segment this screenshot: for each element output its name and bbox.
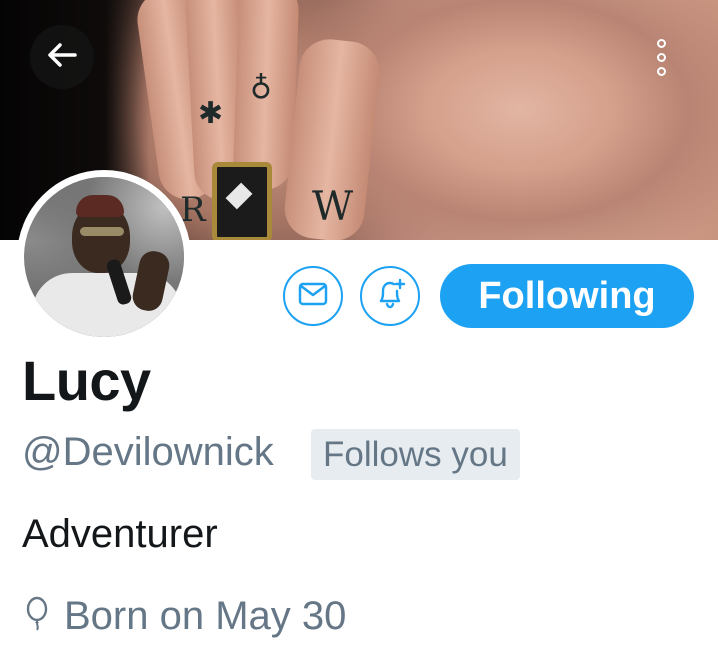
more-options-button[interactable] — [644, 25, 678, 89]
avatar-glasses — [80, 227, 124, 236]
balloon-icon — [22, 596, 52, 637]
birth-date-row: Born on May 30 — [22, 594, 346, 639]
follows-you-badge: Follows you — [311, 429, 520, 480]
banner-tattoo: ✱ — [198, 96, 224, 131]
vertical-dots-icon — [656, 38, 666, 48]
banner-tattoo: ♁ — [250, 68, 272, 103]
profile-name: Lucy — [22, 349, 151, 412]
arrow-left-icon — [45, 38, 79, 77]
banner-tattoo: W — [312, 184, 354, 230]
vertical-dots-icon — [656, 66, 666, 76]
message-button[interactable] — [283, 266, 343, 326]
birth-date-text: Born on May 30 — [64, 594, 347, 638]
profile-handle: @Devilownick — [22, 430, 274, 474]
notifications-button[interactable] — [360, 266, 420, 326]
back-button[interactable] — [30, 25, 94, 89]
banner-ring — [212, 162, 272, 240]
avatar[interactable] — [24, 177, 184, 337]
vertical-dots-icon — [656, 52, 666, 62]
following-button[interactable]: Following — [440, 264, 694, 328]
avatar-hair — [76, 195, 124, 217]
bell-plus-icon — [373, 277, 407, 316]
envelope-icon — [298, 282, 328, 311]
profile-bio: Adventurer — [22, 512, 218, 556]
